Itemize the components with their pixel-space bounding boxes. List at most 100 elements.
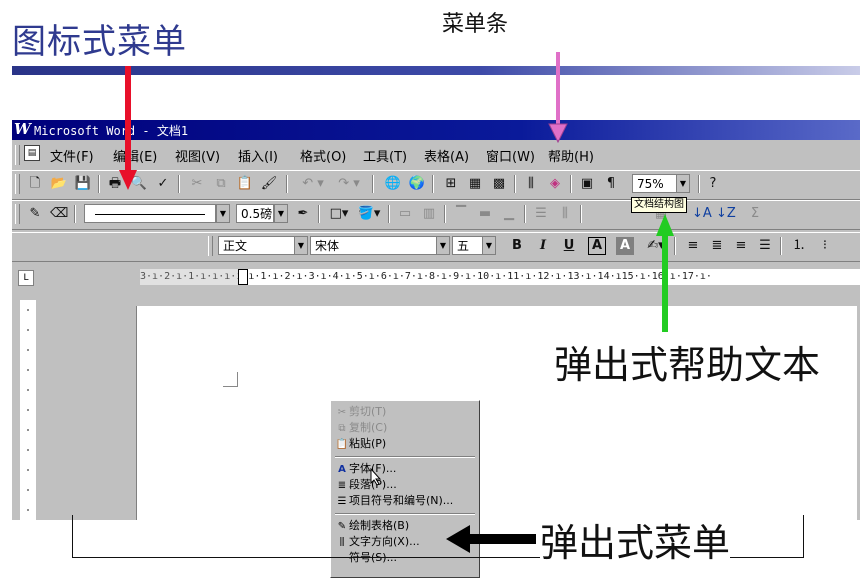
menu-format[interactable]: 格式(O) [300, 146, 346, 165]
tables-borders-icon[interactable]: ⊞ [442, 175, 460, 193]
menu-insert[interactable]: 插入(I) [238, 146, 278, 165]
pink-arrow-icon [548, 52, 568, 144]
bullets-icon: ☰ [337, 496, 347, 507]
ruler-margin [140, 269, 242, 285]
line-weight-dropdown-icon[interactable]: ▼ [274, 204, 288, 223]
character-border-button[interactable]: A [588, 237, 606, 255]
left-arrow-icon [446, 525, 536, 553]
line-style-select[interactable] [84, 204, 216, 223]
distribute-rows-icon[interactable]: ☰ [532, 205, 550, 223]
merge-cells-icon[interactable]: ▭ [396, 205, 414, 223]
italic-button[interactable]: I [534, 237, 552, 255]
context-menu-item-cut[interactable]: ✂ 剪切(T) [335, 404, 475, 420]
menu-window[interactable]: 窗口(W) [486, 146, 535, 165]
bullets-icon[interactable]: ⁝ [816, 237, 834, 255]
popup-help-annotation: 弹出式帮助文本 [554, 334, 821, 389]
toolbar-grip[interactable] [15, 174, 20, 194]
autosum-icon[interactable]: Σ [746, 205, 764, 223]
toolbar-grip[interactable] [15, 204, 20, 224]
eraser-icon[interactable]: ⌫ [50, 205, 68, 223]
paragraph-icon: ≣ [337, 480, 347, 491]
scissors-icon: ✂ [337, 407, 347, 418]
open-folder-icon[interactable]: 📂 [50, 175, 68, 193]
insert-excel-icon[interactable]: ▩ [490, 175, 508, 193]
character-shading-button[interactable]: A [616, 237, 634, 255]
sort-descending-icon[interactable]: ↓Z [716, 205, 736, 223]
distribute-columns-icon[interactable]: ⫼ [556, 205, 574, 223]
undo-icon[interactable]: ↶ ▾ [296, 175, 330, 193]
context-menu-item-bullets[interactable]: ☰ 项目符号和编号(N)... [335, 493, 475, 509]
draw-table-icon[interactable]: ✎ [26, 205, 44, 223]
tab-selector[interactable]: L [18, 270, 34, 286]
menubar-grip[interactable] [15, 145, 20, 165]
line-weight-select[interactable]: 0.5磅 [236, 204, 274, 223]
context-menu-item-paragraph[interactable]: ≣ 段落(P)... [335, 477, 475, 493]
style-dropdown-icon[interactable]: ▼ [294, 236, 308, 255]
popup-menu-annotation: 弹出式菜单 [540, 512, 731, 567]
hyperlink-icon[interactable]: 🌐 [384, 175, 402, 193]
copy-icon: ⧉ [338, 423, 346, 434]
font-icon: A [338, 464, 346, 475]
web-toolbar-icon[interactable]: 🌍 [408, 175, 426, 193]
align-right-icon[interactable]: ≡ [732, 237, 750, 255]
context-menu-item-copy[interactable]: ⧉ 复制(C) [335, 420, 475, 436]
toolbar-grip[interactable] [208, 236, 213, 256]
red-arrow-icon [119, 66, 137, 190]
columns-icon[interactable]: ⫼ [522, 175, 540, 193]
crop-mark [223, 372, 238, 387]
redo-icon[interactable]: ↷ ▾ [332, 175, 366, 193]
context-menu-item-font[interactable]: A 字体(F)... [335, 461, 475, 477]
menu-table[interactable]: 表格(A) [424, 146, 469, 165]
menu-separator [335, 456, 475, 458]
format-painter-icon[interactable]: 🖌 [260, 175, 278, 193]
cut-icon[interactable]: ✂ [188, 175, 206, 193]
align-top-icon[interactable]: ▔ [452, 205, 470, 223]
font-size-dropdown-icon[interactable]: ▼ [482, 236, 496, 255]
font-dropdown-icon[interactable]: ▼ [436, 236, 450, 255]
underline-button[interactable]: U [560, 237, 578, 255]
indent-marker[interactable] [238, 269, 248, 285]
help-icon[interactable]: ? [704, 175, 722, 193]
show-hide-icon[interactable]: ¶ [602, 175, 620, 193]
tables-borders-toolbar: ✎ ⌫ ▼ 0.5磅 ▼ ✒ □▾ 🪣▾ ▭ ▥ ▔ ▬ ▁ ☰ ⫼ ▦ ↓A … [12, 200, 860, 230]
new-document-icon[interactable]: 🗋 [26, 175, 44, 193]
align-left-icon[interactable]: ≡ [684, 237, 702, 255]
drawing-icon[interactable]: ◈ [546, 175, 564, 193]
align-center-icon[interactable]: ▬ [476, 205, 494, 223]
document-map-icon[interactable]: ▣ [578, 175, 596, 193]
vertical-ruler[interactable] [20, 300, 36, 520]
spelling-icon[interactable]: ✓ [154, 175, 172, 193]
outside-border-icon[interactable]: □▾ [326, 205, 352, 223]
context-menu-item-paste[interactable]: 📋粘贴(P) [335, 436, 475, 452]
tooltip: 文档结构图 [631, 197, 687, 213]
align-center-text-icon[interactable]: ≣ [708, 237, 726, 255]
title-bar[interactable]: W Microsoft Word - 文档1 [12, 120, 860, 140]
style-select[interactable]: 正文 [218, 236, 302, 255]
menubar-annotation: 菜单条 [442, 12, 509, 37]
menu-view[interactable]: 视图(V) [175, 146, 220, 165]
align-bottom-icon[interactable]: ▁ [500, 205, 518, 223]
zoom-dropdown-icon[interactable]: ▼ [676, 174, 690, 193]
menu-file[interactable]: 文件(F) [50, 146, 94, 165]
menu-tools[interactable]: 工具(T) [363, 146, 407, 165]
numbering-icon[interactable]: ⒈ [790, 237, 808, 255]
border-color-icon[interactable]: ✒ [294, 205, 312, 223]
shading-color-icon[interactable]: 🪣▾ [356, 205, 382, 223]
split-cells-icon[interactable]: ▥ [420, 205, 438, 223]
justify-icon[interactable]: ☰ [756, 237, 774, 255]
insert-table-icon[interactable]: ▦ [466, 175, 484, 193]
line-style-dropdown-icon[interactable]: ▼ [216, 204, 230, 223]
document-icon[interactable]: ▤ [24, 145, 40, 161]
save-icon[interactable]: 💾 [74, 175, 92, 193]
menu-bar: ▤ 文件(F) 编辑(E) 视图(V) 插入(I) 格式(O) 工具(T) 表格… [12, 142, 860, 168]
title-divider [12, 66, 860, 75]
standard-toolbar: 🗋 📂 💾 🖶 🔍 ✓ ✂ ⧉ 📋 🖌 ↶ ▾ ↷ ▾ 🌐 🌍 ⊞ ▦ ▩ ⫼ … [12, 170, 860, 200]
font-select[interactable]: 宋体 [310, 236, 450, 255]
paste-icon[interactable]: 📋 [236, 175, 254, 193]
bold-button[interactable]: B [508, 237, 526, 255]
sort-ascending-icon[interactable]: ↓A [692, 205, 712, 223]
copy-icon[interactable]: ⧉ [212, 175, 230, 193]
green-arrow-icon [656, 214, 674, 332]
horizontal-ruler[interactable]: 3·ı·2·ı·1·ı·ı·ı·ı·ı·1·ı·2·ı·3·ı·4·ı·5·ı·… [140, 269, 860, 285]
menu-help[interactable]: 帮助(H) [548, 146, 594, 165]
